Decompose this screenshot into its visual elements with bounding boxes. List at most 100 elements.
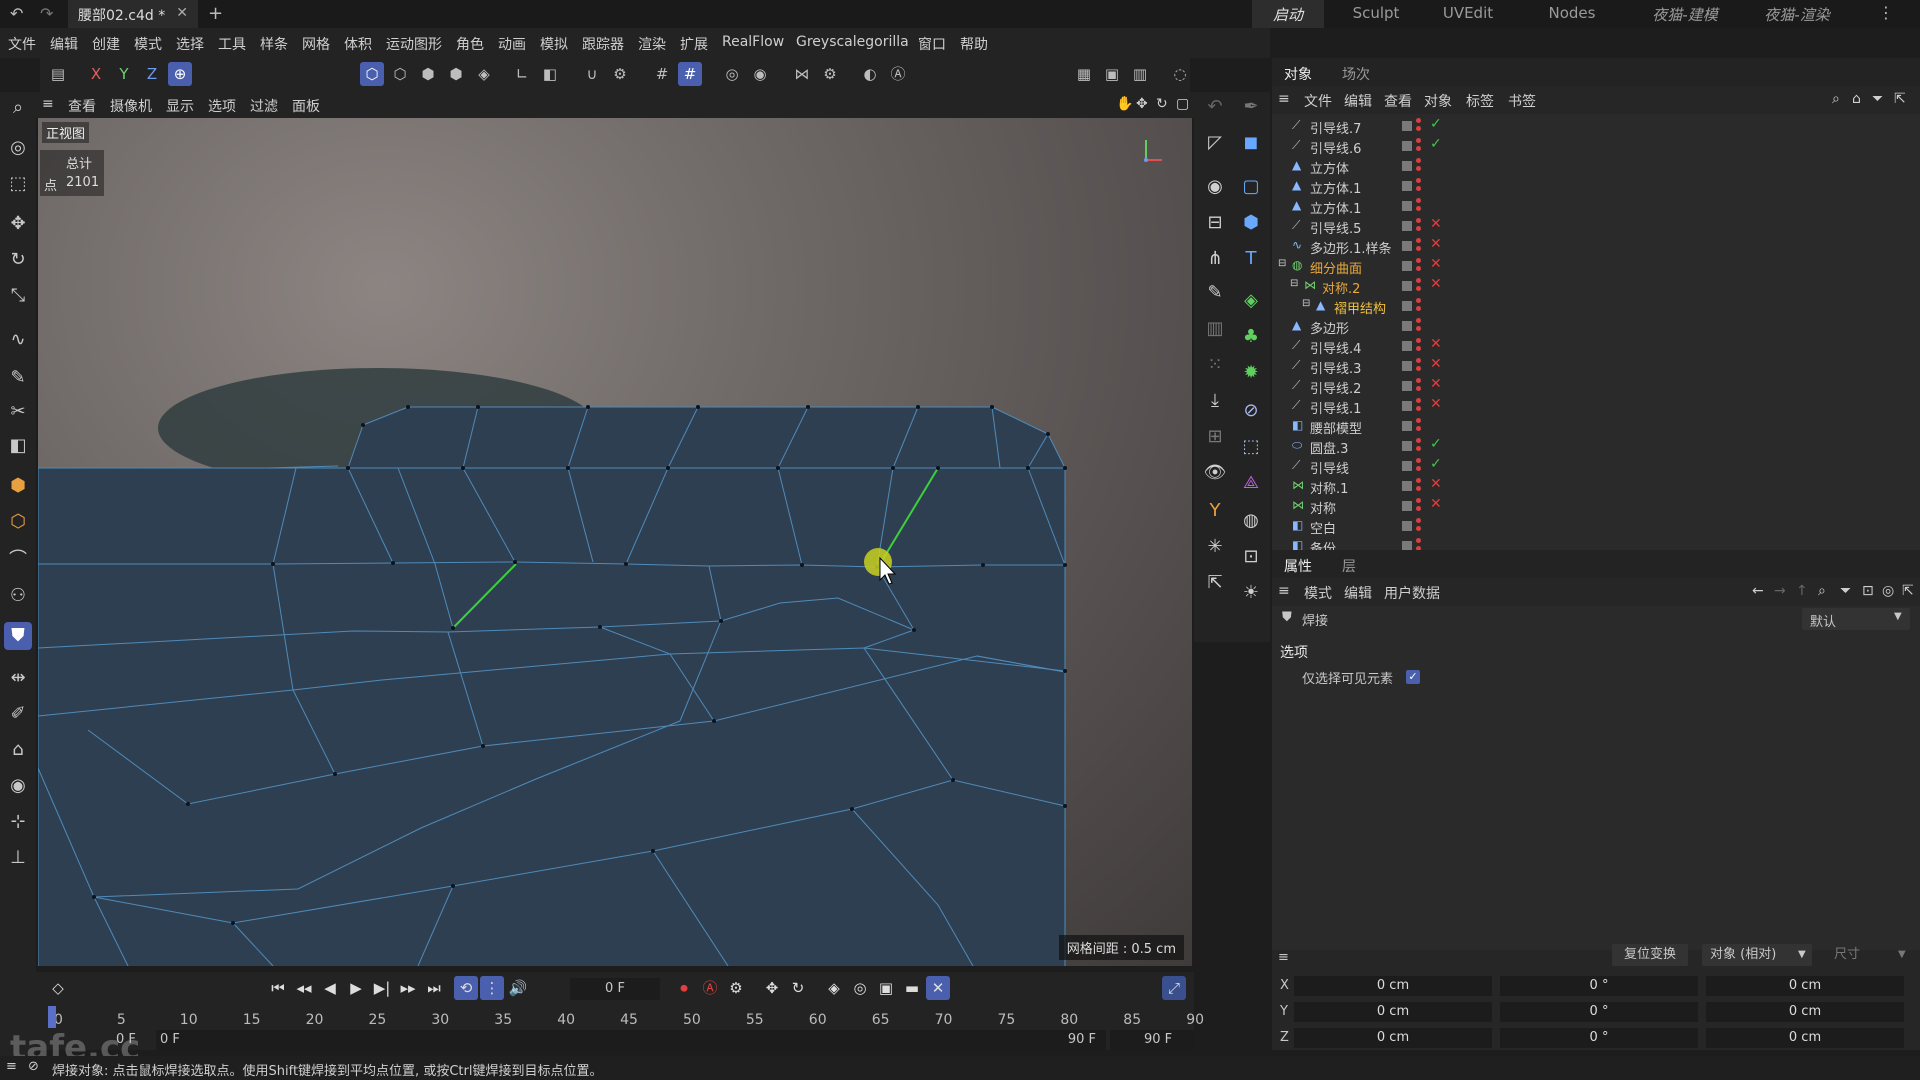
- menu-volume[interactable]: 体积: [344, 34, 372, 54]
- tab-layers[interactable]: 层: [1342, 556, 1356, 576]
- menu-character[interactable]: 角色: [456, 34, 484, 54]
- rotate-view-icon[interactable]: ↻: [1156, 96, 1168, 112]
- back-icon[interactable]: ←: [1752, 583, 1764, 599]
- attr-menu-mode[interactable]: 模式: [1304, 583, 1332, 603]
- menu-greyscalegorilla[interactable]: Greyscalegorilla: [796, 34, 909, 50]
- reset-transform-button[interactable]: 复位变换: [1612, 944, 1688, 966]
- visibility-dots[interactable]: [1416, 298, 1422, 314]
- visibility-dots[interactable]: [1416, 278, 1422, 294]
- render-visibility-dot[interactable]: [1416, 426, 1421, 431]
- disabled-cross-icon[interactable]: ✕: [1430, 256, 1442, 272]
- object-row[interactable]: ⊟ ▲ 褶甲结构: [1272, 296, 1920, 317]
- editor-visibility-dot[interactable]: [1416, 438, 1421, 443]
- layer-swatch[interactable]: [1402, 461, 1412, 471]
- obj-menu-tags[interactable]: 标签: [1466, 91, 1494, 111]
- editor-visibility-dot[interactable]: [1416, 298, 1421, 303]
- layer-swatch[interactable]: [1402, 121, 1412, 131]
- menu-create[interactable]: 创建: [92, 34, 120, 54]
- bridge-icon[interactable]: ⌒: [4, 546, 32, 574]
- visibility-dots[interactable]: [1416, 338, 1422, 354]
- layer-swatch[interactable]: [1402, 361, 1412, 371]
- render-visibility-dot[interactable]: [1416, 226, 1421, 231]
- object-row[interactable]: ▲ 立方体: [1272, 156, 1920, 177]
- object-row[interactable]: ⟋ 引导线.2 ✕: [1272, 376, 1920, 397]
- rectangle-icon[interactable]: ▢: [1236, 172, 1266, 202]
- array-icon[interactable]: ▥: [1200, 314, 1230, 344]
- snap-settings-icon[interactable]: ⚙: [608, 62, 632, 86]
- coord-size-field[interactable]: 0 cm: [1706, 1002, 1904, 1022]
- layer-swatch[interactable]: [1402, 481, 1412, 491]
- editor-visibility-dot[interactable]: [1416, 238, 1421, 243]
- visibility-dots[interactable]: [1416, 258, 1422, 274]
- coord-size-field[interactable]: 0 cm: [1706, 976, 1904, 996]
- points-mode-icon[interactable]: ⬡: [360, 62, 384, 86]
- editor-visibility-dot[interactable]: [1416, 258, 1421, 263]
- object-row[interactable]: ⟋ 引导线 ✓: [1272, 456, 1920, 477]
- floor-icon[interactable]: ⊟: [1200, 208, 1230, 238]
- render-visibility-dot[interactable]: [1416, 466, 1421, 471]
- layer-swatch[interactable]: [1402, 441, 1412, 451]
- coord-rot-field[interactable]: 0 °: [1500, 1028, 1698, 1048]
- vp-menu-panel[interactable]: 面板: [292, 96, 320, 116]
- render-picture-icon[interactable]: ▥: [1128, 62, 1152, 86]
- object-menu-icon[interactable]: ≡: [1278, 91, 1290, 107]
- visible-only-checkbox[interactable]: ✓: [1406, 670, 1420, 684]
- visibility-dots[interactable]: [1416, 198, 1422, 214]
- visibility-dots[interactable]: [1416, 458, 1422, 474]
- new-tab-icon[interactable]: +: [208, 3, 223, 24]
- render-visibility-dot[interactable]: [1416, 206, 1421, 211]
- render-region-icon[interactable]: ▦: [1072, 62, 1096, 86]
- attr-expand-icon[interactable]: ⇱: [1902, 583, 1914, 599]
- render-visibility-dot[interactable]: [1416, 506, 1421, 511]
- scene-icon[interactable]: ◍: [1236, 506, 1266, 536]
- editor-visibility-dot[interactable]: [1416, 138, 1421, 143]
- object-row[interactable]: ⟋ 引导线.5 ✕: [1272, 216, 1920, 237]
- preset-dropdown[interactable]: 默认 ▼: [1802, 608, 1910, 630]
- obj-menu-object[interactable]: 对象: [1424, 91, 1452, 111]
- object-row[interactable]: ◧ 备份: [1272, 536, 1920, 550]
- paint-icon[interactable]: ✐: [4, 700, 32, 728]
- coord-menu-icon[interactable]: ≡: [1278, 950, 1289, 965]
- coord-mode-dropdown[interactable]: 对象 (相对) ▼: [1702, 944, 1812, 966]
- polygons-mode-icon[interactable]: ⬢: [416, 62, 440, 86]
- object-row[interactable]: ∿ 多边形.1.样条 ✕: [1272, 236, 1920, 257]
- editor-visibility-dot[interactable]: [1416, 398, 1421, 403]
- align-icon[interactable]: ⊥: [4, 844, 32, 872]
- render-visibility-dot[interactable]: [1416, 326, 1421, 331]
- light-icon[interactable]: ☀: [1236, 578, 1266, 608]
- deformer-icon[interactable]: ⋔: [1200, 244, 1230, 274]
- expand-toggle-icon[interactable]: ⊟: [1302, 298, 1310, 309]
- mirror-icon[interactable]: ⇹: [4, 664, 32, 692]
- viewport-name[interactable]: 正视图: [42, 122, 90, 143]
- object-row[interactable]: ▲ 立方体.1: [1272, 176, 1920, 197]
- render-settings-icon[interactable]: ◌: [1168, 62, 1192, 86]
- viewport[interactable]: 正视图 总计 点 2101 网格间距 : 0.5 cm: [38, 118, 1192, 966]
- bevel-icon[interactable]: ◧: [4, 432, 32, 460]
- size-dropdown[interactable]: 尺寸 ▼: [1826, 944, 1912, 966]
- visibility-dots[interactable]: [1416, 398, 1422, 414]
- snap-icon[interactable]: ∪: [580, 62, 604, 86]
- editor-visibility-dot[interactable]: [1416, 118, 1421, 123]
- mograph-icon[interactable]: ⟁: [1236, 468, 1266, 498]
- vp-menu-display[interactable]: 显示: [166, 96, 194, 116]
- editor-visibility-dot[interactable]: [1416, 318, 1421, 323]
- move-view-icon[interactable]: ✥: [1136, 96, 1148, 112]
- camera-icon[interactable]: ◉: [1200, 172, 1230, 202]
- object-search-icon[interactable]: ⌕: [1832, 91, 1840, 107]
- select-icon[interactable]: ◎: [4, 134, 32, 162]
- playhead[interactable]: [48, 1006, 56, 1028]
- texture-mode-icon[interactable]: ◈: [472, 62, 496, 86]
- render-visibility-dot[interactable]: [1416, 526, 1421, 531]
- attr-menu-edit[interactable]: 编辑: [1344, 583, 1372, 603]
- effector-icon[interactable]: ✹: [1236, 358, 1266, 388]
- disabled-cross-icon[interactable]: ✕: [1430, 476, 1442, 492]
- menu-edit[interactable]: 编辑: [50, 34, 78, 54]
- axis-x-button[interactable]: X: [84, 62, 108, 86]
- menu-window[interactable]: 窗口: [918, 34, 946, 54]
- editor-visibility-dot[interactable]: [1416, 218, 1421, 223]
- object-home-icon[interactable]: ⌂: [1852, 91, 1861, 107]
- layer-swatch[interactable]: [1402, 241, 1412, 251]
- render-view-icon[interactable]: ▣: [1100, 62, 1124, 86]
- dots-icon[interactable]: ⁙: [1200, 350, 1230, 380]
- field-icon[interactable]: ⊘: [1236, 396, 1266, 426]
